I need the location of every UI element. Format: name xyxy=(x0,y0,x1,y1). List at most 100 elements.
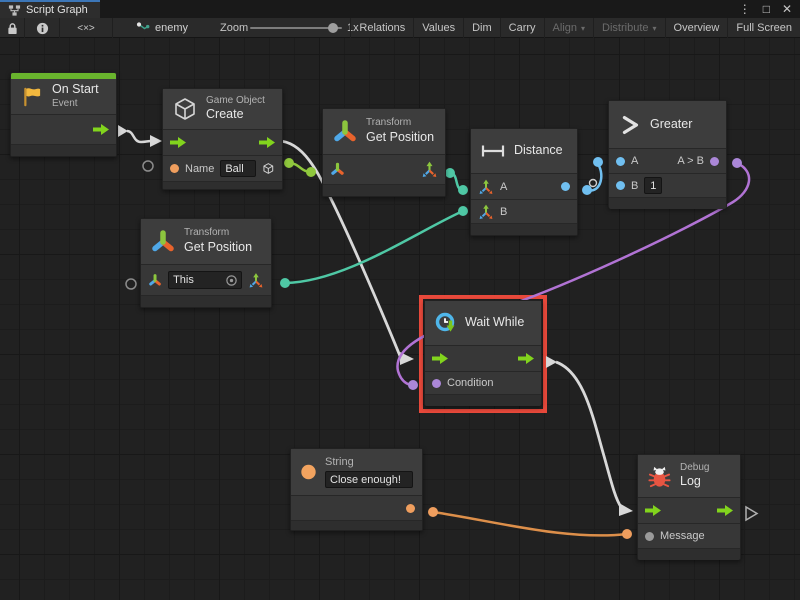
port-label: Name xyxy=(185,163,214,175)
zoom-slider-handle[interactable] xyxy=(328,23,338,33)
vector3-output-port[interactable] xyxy=(421,161,438,178)
node-string-literal[interactable]: String xyxy=(290,448,423,531)
toolbar-button-distribute[interactable]: Distribute▾ xyxy=(593,18,664,38)
graph-toolbar: <×> enemy Zoom 1x Relations Values Dim C… xyxy=(0,18,800,38)
window-maximize-icon[interactable]: □ xyxy=(763,2,770,16)
output-label: A > B xyxy=(677,155,704,167)
tab-script-graph[interactable]: Script Graph xyxy=(0,0,100,18)
condition-input-port[interactable] xyxy=(432,379,441,388)
b-value-field[interactable] xyxy=(644,177,662,194)
distance-output-port[interactable] xyxy=(561,182,570,191)
node-title: Get Position xyxy=(366,130,434,146)
node-title: Log xyxy=(680,474,709,490)
node-footer xyxy=(163,181,282,189)
node-debug-log[interactable]: Debug Log Message xyxy=(637,454,741,560)
lock-button[interactable] xyxy=(0,18,25,38)
result-output-port[interactable] xyxy=(710,157,719,166)
flow-output-port[interactable] xyxy=(518,353,534,364)
node-subtitle: Transform xyxy=(184,227,252,240)
node-footer xyxy=(471,223,577,235)
node-create-game-object[interactable]: Game Object Create Name xyxy=(162,88,283,190)
node-subtitle: Game Object xyxy=(206,95,265,108)
object-picker-icon[interactable] xyxy=(225,274,238,287)
string-icon xyxy=(300,460,317,484)
flag-icon xyxy=(20,85,44,109)
node-footer xyxy=(141,295,271,307)
node-get-position-ball[interactable]: Transform Get Position xyxy=(322,108,446,197)
transform-icon xyxy=(332,119,358,145)
flow-output-port[interactable] xyxy=(259,137,275,148)
node-footer xyxy=(11,144,116,156)
tab-bar: Script Graph ⋮ □ ✕ xyxy=(0,0,800,18)
target-value-input[interactable] xyxy=(173,274,225,286)
zoom-label: Zoom xyxy=(220,18,248,38)
node-distance[interactable]: Distance A B xyxy=(470,128,578,236)
string-value-field[interactable] xyxy=(325,471,413,488)
flow-input-port[interactable] xyxy=(645,505,661,516)
node-footer xyxy=(291,520,422,530)
tab-title: Script Graph xyxy=(26,4,88,16)
node-wait-while[interactable]: Wait While Condition xyxy=(424,300,542,406)
port-label: A xyxy=(500,181,507,193)
info-icon xyxy=(36,22,49,35)
node-title: Greater xyxy=(650,117,692,133)
name-value-field[interactable] xyxy=(220,160,256,177)
game-object-output-port[interactable] xyxy=(262,161,275,176)
code-icon: <×> xyxy=(77,23,95,34)
node-footer xyxy=(638,548,740,560)
node-get-position-this[interactable]: Transform Get Position xyxy=(140,218,272,308)
transform-icon xyxy=(150,229,176,255)
node-title: On Start xyxy=(52,82,99,98)
graph-ref-icon xyxy=(136,21,150,35)
node-footer xyxy=(425,394,541,406)
cube-icon xyxy=(172,96,198,122)
input-port-b[interactable] xyxy=(616,181,625,190)
message-input-port[interactable] xyxy=(645,532,654,541)
transform-input-port[interactable] xyxy=(330,162,345,177)
window-close-icon[interactable]: ✕ xyxy=(782,2,792,16)
greater-icon xyxy=(618,113,642,137)
input-port-a[interactable] xyxy=(616,157,625,166)
zoom-slider[interactable] xyxy=(250,27,342,29)
node-on-start[interactable]: On Start Event xyxy=(10,72,117,157)
code-view-button[interactable]: <×> xyxy=(60,18,113,38)
node-greater[interactable]: Greater A A > B B xyxy=(608,100,727,208)
toolbar-button-relations[interactable]: Relations xyxy=(350,18,413,38)
name-input-port[interactable] xyxy=(170,164,179,173)
toolbar-button-overview[interactable]: Overview xyxy=(665,18,728,38)
graph-reference[interactable]: enemy xyxy=(136,18,188,38)
node-title: Wait While xyxy=(465,315,524,331)
port-label: Message xyxy=(660,530,705,542)
bug-icon xyxy=(647,464,672,489)
wait-clock-icon xyxy=(434,311,458,335)
port-label: B xyxy=(500,206,507,218)
vector3-input-port-a[interactable] xyxy=(478,179,494,195)
vector3-input-port-b[interactable] xyxy=(478,204,494,220)
node-subtitle: Transform xyxy=(366,117,434,130)
vector3-output-port[interactable] xyxy=(248,272,264,289)
toolbar-button-align[interactable]: Align▾ xyxy=(544,18,593,38)
info-button[interactable] xyxy=(25,18,60,38)
target-object-field[interactable] xyxy=(168,271,242,289)
flow-input-port[interactable] xyxy=(170,137,186,148)
port-label: Condition xyxy=(447,377,493,389)
chevron-down-icon: ▾ xyxy=(653,24,657,33)
chevron-down-icon: ▾ xyxy=(581,24,585,33)
string-output-port[interactable] xyxy=(406,504,415,513)
toolbar-button-fullscreen[interactable]: Full Screen xyxy=(727,18,800,38)
script-graph-window: Script Graph ⋮ □ ✕ <×> xyxy=(0,0,800,600)
flow-input-port[interactable] xyxy=(432,353,448,364)
flow-output-port[interactable] xyxy=(93,124,109,135)
toolbar-button-values[interactable]: Values xyxy=(413,18,463,38)
toolbar-button-dim[interactable]: Dim xyxy=(463,18,500,38)
window-menu-icon[interactable]: ⋮ xyxy=(739,2,751,16)
node-subtitle: Debug xyxy=(680,462,709,475)
graph-name: enemy xyxy=(155,22,188,34)
lock-icon xyxy=(7,22,18,35)
node-subtitle: Event xyxy=(52,98,99,111)
toolbar-button-carry[interactable]: Carry xyxy=(500,18,544,38)
node-title: Create xyxy=(206,107,265,123)
transform-input-port[interactable] xyxy=(148,273,162,288)
distance-icon xyxy=(480,143,506,159)
flow-output-port[interactable] xyxy=(717,505,733,516)
